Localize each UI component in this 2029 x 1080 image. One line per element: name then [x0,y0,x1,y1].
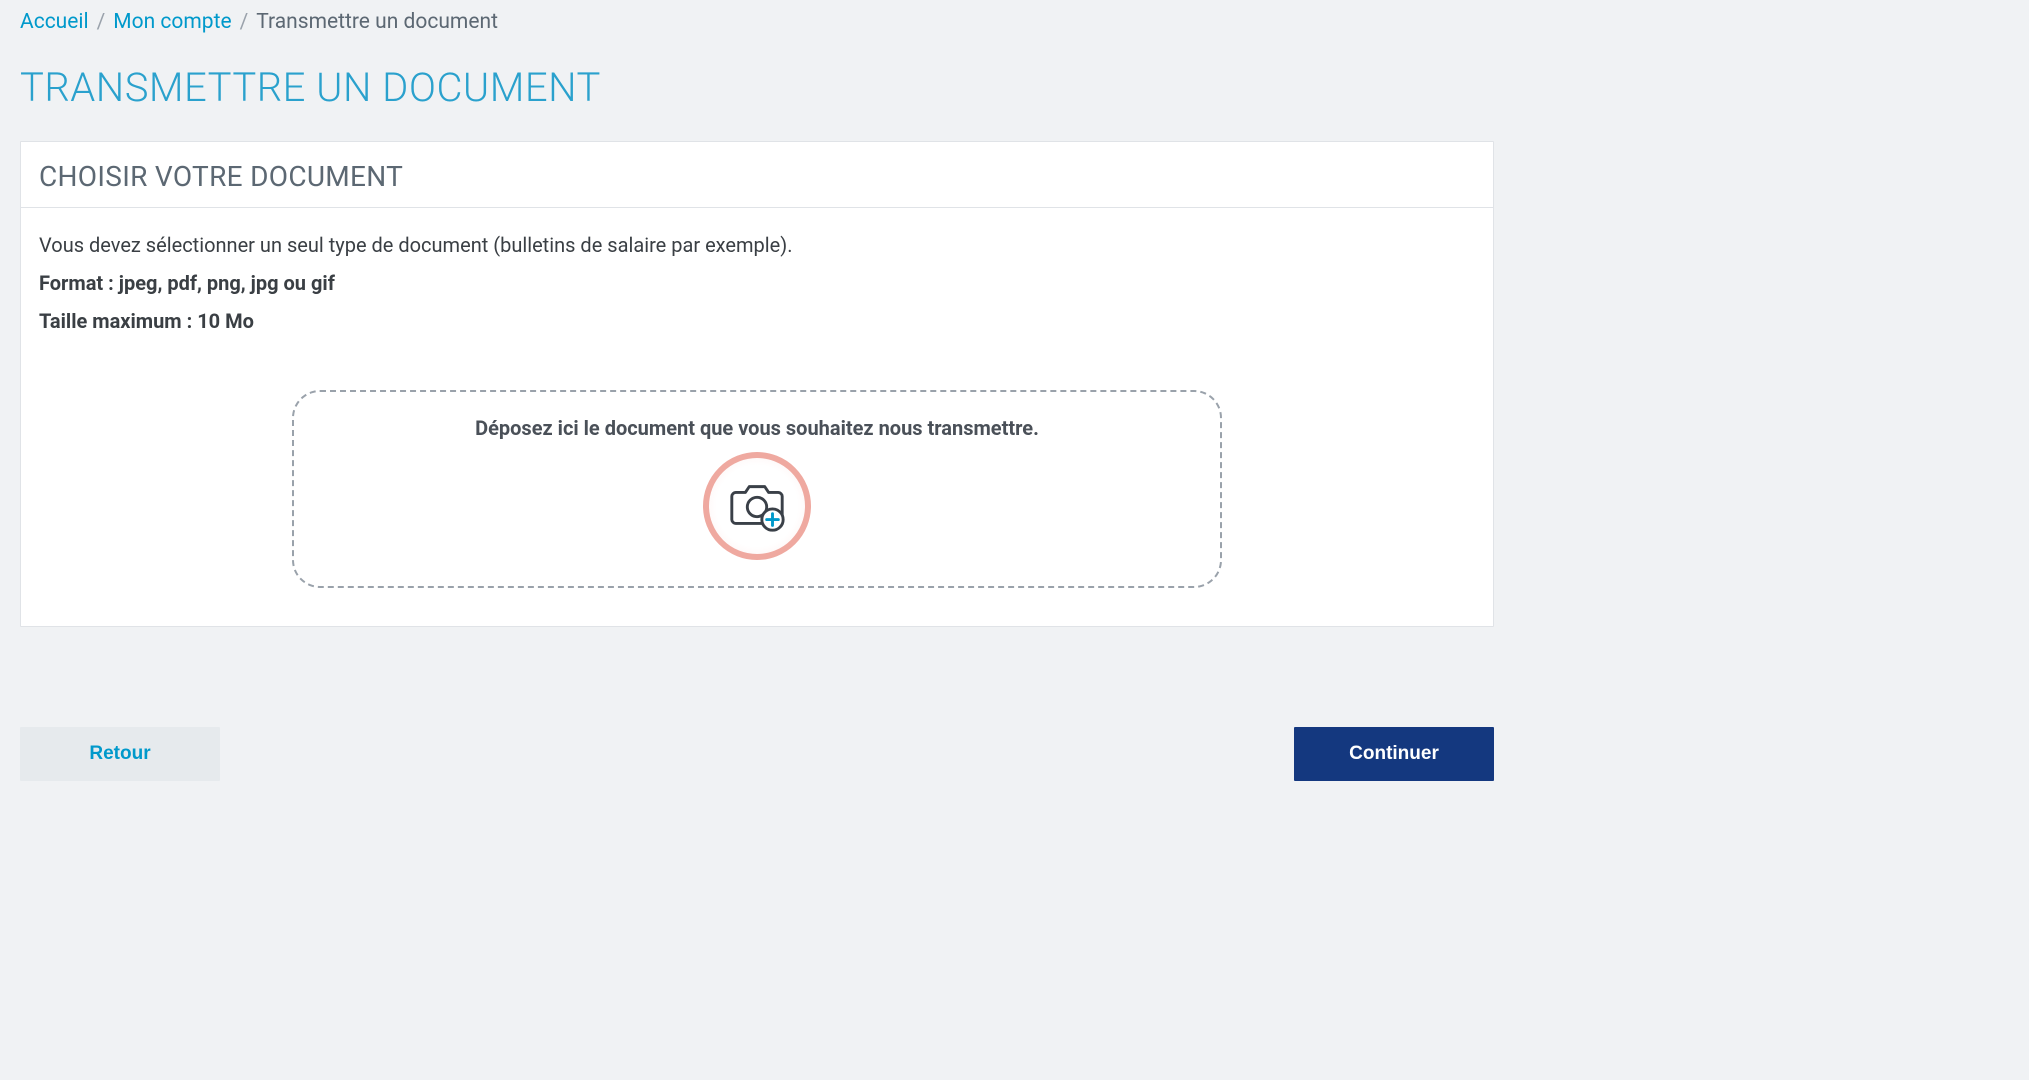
action-bar: Retour Continuer [0,637,1498,801]
dropzone-text: Déposez ici le document que vous souhait… [314,416,1200,440]
file-dropzone[interactable]: Déposez ici le document que vous souhait… [292,390,1222,588]
breadcrumb-separator: / [240,10,249,34]
upload-icon-button[interactable] [703,452,811,560]
camera-plus-icon [726,475,788,537]
continue-button[interactable]: Continuer [1294,727,1494,781]
instruction-maxsize: Taille maximum : 10 Mo [39,302,1475,340]
instruction-line: Vous devez sélectionner un seul type de … [39,233,793,257]
document-card: CHOISIR VOTRE DOCUMENT Vous devez sélect… [20,141,1494,627]
breadcrumb-current: Transmettre un document [256,10,498,34]
card-body: Vous devez sélectionner un seul type de … [21,208,1493,626]
breadcrumb-home-link[interactable]: Accueil [20,10,89,34]
breadcrumb-separator: / [97,10,106,34]
instructions: Vous devez sélectionner un seul type de … [39,226,1475,340]
breadcrumb: Accueil / Mon compte / Transmettre un do… [0,0,1498,44]
page-title: TRANSMETTRE UN DOCUMENT [0,44,1498,141]
instruction-format: Format : jpeg, pdf, png, jpg ou gif [39,264,1475,302]
breadcrumb-account-link[interactable]: Mon compte [113,10,231,34]
back-button[interactable]: Retour [20,727,220,781]
card-header: CHOISIR VOTRE DOCUMENT [21,142,1493,208]
